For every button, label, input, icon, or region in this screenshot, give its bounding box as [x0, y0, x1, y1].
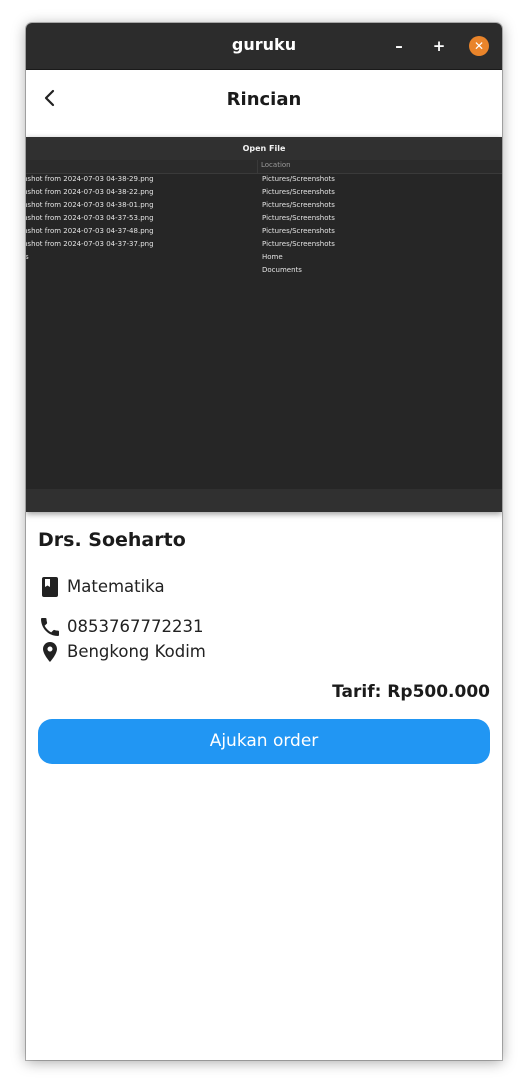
- book-icon: [42, 577, 58, 597]
- maximize-button[interactable]: +: [429, 36, 449, 56]
- teacher-image: Open File Location nshot from 2024-07-03…: [26, 137, 502, 512]
- close-button[interactable]: ✕: [469, 36, 489, 56]
- file-row: r Documents: [26, 264, 502, 277]
- file-row: nshot from 2024-07-03 04-37-48.png Pictu…: [26, 225, 502, 238]
- file-row: nshot from 2024-07-03 04-37-37.png Pictu…: [26, 238, 502, 251]
- file-row: nshot from 2024-07-03 04-38-29.png Pictu…: [26, 173, 502, 186]
- file-row: nshot from 2024-07-03 04-37-53.png Pictu…: [26, 212, 502, 225]
- file-location: Pictures/Screenshots: [262, 227, 335, 235]
- file-row: nshot from 2024-07-03 04-38-22.png Pictu…: [26, 186, 502, 199]
- file-name: nshot from 2024-07-03 04-38-29.png: [26, 175, 154, 183]
- file-location: Documents: [262, 266, 302, 274]
- file-name: nshot from 2024-07-03 04-37-48.png: [26, 227, 154, 235]
- minimize-button[interactable]: –: [389, 36, 409, 56]
- location-column-label: Location: [261, 161, 291, 169]
- phone-text: 0853767772231: [67, 617, 204, 636]
- file-name: nshot from 2024-07-03 04-38-22.png: [26, 188, 154, 196]
- app-window: guruku – + ✕ Rincian Open File Location …: [26, 23, 502, 1060]
- subject-text: Matematika: [67, 577, 165, 596]
- file-row: nshot from 2024-07-03 04-38-01.png Pictu…: [26, 199, 502, 212]
- title-bar[interactable]: guruku – + ✕: [26, 23, 502, 70]
- file-location: Home: [262, 253, 283, 261]
- location-pin-icon: [43, 642, 57, 662]
- file-location: Pictures/Screenshots: [262, 240, 335, 248]
- file-name: nshot from 2024-07-03 04-38-01.png: [26, 201, 154, 209]
- file-location: Pictures/Screenshots: [262, 214, 335, 222]
- file-location: Pictures/Screenshots: [262, 188, 335, 196]
- app-bar: Rincian: [26, 70, 502, 132]
- file-name: js: [26, 253, 29, 261]
- dialog-footer: [26, 489, 502, 512]
- file-location: Pictures/Screenshots: [262, 175, 335, 183]
- teacher-name: Drs. Soeharto: [38, 529, 186, 551]
- phone-icon: [41, 618, 59, 636]
- file-name: nshot from 2024-07-03 04-37-37.png: [26, 240, 154, 248]
- column-divider: [257, 160, 258, 173]
- page-title: Rincian: [226, 89, 302, 110]
- address-text: Bengkong Kodim: [67, 642, 206, 661]
- dialog-title: Open File: [26, 137, 502, 160]
- file-name: nshot from 2024-07-03 04-37-53.png: [26, 214, 154, 222]
- order-button[interactable]: Ajukan order: [38, 719, 490, 764]
- tarif-label: Tarif: Rp500.000: [332, 682, 490, 702]
- file-location: Pictures/Screenshots: [262, 201, 335, 209]
- column-header: Location: [26, 160, 502, 174]
- file-row: js Home: [26, 251, 502, 264]
